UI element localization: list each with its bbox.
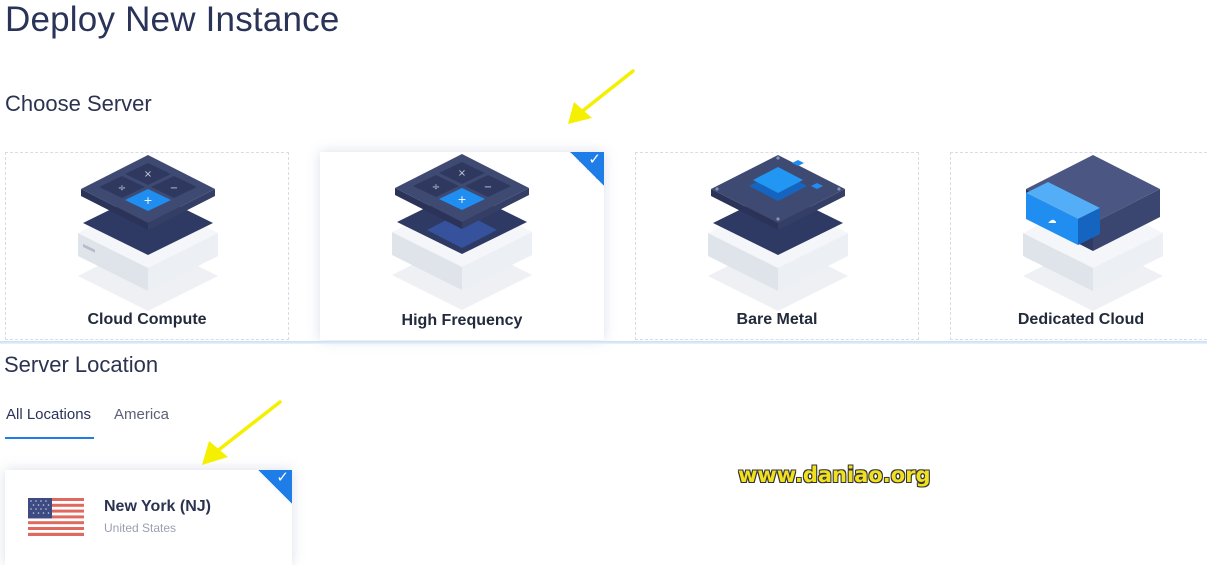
annotation-arrow-icon bbox=[568, 69, 635, 124]
location-name: New York (NJ) bbox=[104, 498, 211, 515]
svg-text:+: + bbox=[143, 194, 152, 207]
server-card-label: Bare Metal bbox=[736, 311, 818, 328]
active-tab-indicator bbox=[5, 437, 94, 439]
calculator-server-icon: × ÷ − + bbox=[78, 155, 218, 311]
selected-check-icon: ✓ bbox=[258, 469, 292, 504]
svg-text:☁: ☁ bbox=[1048, 216, 1057, 226]
cloud-server-icon: ☁ bbox=[1023, 155, 1163, 311]
svg-text:×: × bbox=[458, 168, 466, 179]
calculator-server-icon: × ÷ − + bbox=[392, 154, 532, 310]
server-card-cloud-compute[interactable]: × ÷ − + Cloud Compute bbox=[5, 152, 289, 340]
server-type-list: × ÷ − + Cloud Compute × ÷ − + ✓ High Fre… bbox=[5, 151, 1207, 342]
tab-all-locations[interactable]: All Locations bbox=[6, 406, 91, 423]
server-card-high-frequency[interactable]: × ÷ − + ✓ High Frequency bbox=[320, 151, 604, 340]
svg-text:÷: ÷ bbox=[432, 182, 440, 193]
annotation-arrow-icon bbox=[202, 400, 282, 465]
server-card-label: Cloud Compute bbox=[87, 311, 207, 328]
chip-server-icon bbox=[708, 155, 848, 311]
svg-text:×: × bbox=[144, 169, 152, 180]
svg-text:+: + bbox=[457, 193, 466, 206]
choose-server-heading: Choose Server bbox=[5, 91, 152, 116]
location-country: United States bbox=[104, 521, 177, 535]
svg-text:−: − bbox=[484, 182, 492, 193]
watermark: www.daniao.org bbox=[738, 463, 931, 487]
tab-america[interactable]: America bbox=[114, 406, 169, 423]
server-card-dedicated-cloud[interactable]: ☁ Dedicated Cloud bbox=[950, 152, 1207, 340]
server-card-label: High Frequency bbox=[401, 312, 523, 329]
section-divider bbox=[0, 341, 1207, 344]
svg-text:−: − bbox=[170, 183, 178, 194]
svg-text:÷: ÷ bbox=[118, 183, 126, 194]
server-card-label: Dedicated Cloud bbox=[1017, 311, 1145, 328]
server-card-bare-metal[interactable]: Bare Metal bbox=[635, 152, 919, 340]
server-location-heading: Server Location bbox=[4, 352, 159, 377]
page-title: Deploy New Instance bbox=[5, 0, 340, 39]
location-card-new-york[interactable]: New York (NJ) United States ✓ bbox=[5, 469, 292, 565]
selected-check-icon: ✓ bbox=[570, 151, 604, 186]
us-flag-icon bbox=[28, 498, 84, 536]
